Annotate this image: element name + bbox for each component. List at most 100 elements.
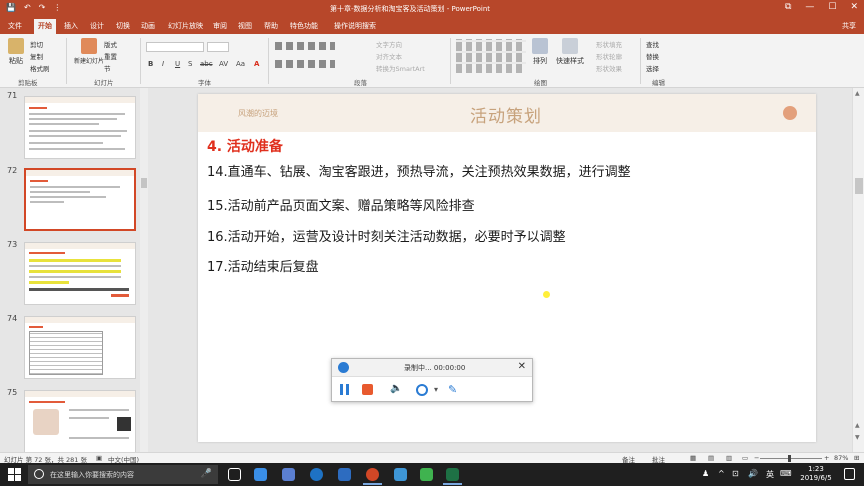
shape-fill-button[interactable]: 形状填充 [596, 39, 622, 49]
tab-slideshow[interactable]: 幻灯片放映 [168, 21, 203, 31]
webcam-dropdown-icon[interactable]: ▾ [434, 385, 438, 399]
content-item[interactable]: 14.直通车、钻展、淘宝客跟进，预热导流，关注预热效果数据，进行调整 [207, 161, 631, 180]
font-size-combo[interactable] [207, 42, 229, 52]
undo-icon[interactable]: ↶ [24, 3, 31, 12]
next-slide-arrow[interactable]: ▼ [855, 434, 860, 441]
maximize-button[interactable]: ☐ [828, 2, 836, 12]
font-color-button[interactable]: A [254, 60, 259, 68]
new-slide-button[interactable]: 新建幻灯片 [74, 38, 104, 65]
replace-button[interactable]: 替换 [646, 51, 659, 61]
tab-features[interactable]: 特色功能 [290, 21, 318, 31]
start-button[interactable] [8, 468, 21, 481]
reset-button[interactable]: 重置 [104, 51, 117, 61]
change-case-button[interactable]: Aa [236, 60, 245, 68]
ribbon-display-options-icon[interactable]: ⧉ [785, 2, 791, 12]
slide-thumbnail-75[interactable] [24, 390, 136, 453]
strikethrough-button[interactable]: abc [200, 60, 213, 68]
system-clock[interactable]: 1:23 2019/6/5 [796, 465, 836, 483]
powerpoint-taskbar-icon[interactable] [363, 468, 382, 485]
tab-file[interactable]: 文件 [8, 21, 22, 31]
network-icon[interactable]: ⊡ [732, 469, 739, 478]
slide-thumbnail-74[interactable] [24, 316, 136, 379]
wechat-taskbar-icon[interactable] [420, 468, 433, 481]
italic-button[interactable]: I [162, 60, 164, 68]
text-direction-button[interactable]: 文字方向 [376, 39, 402, 49]
char-spacing-button[interactable]: AV [219, 60, 228, 68]
normal-view-icon[interactable]: ▦ [690, 454, 696, 462]
taskbar-app-icon[interactable] [282, 468, 295, 481]
recorder-close-button[interactable]: ✕ [518, 361, 526, 372]
customize-qat-icon[interactable]: ⋮ [53, 3, 61, 12]
fit-slide-icon[interactable]: ⊞ [854, 454, 859, 462]
speaker-icon[interactable]: 🔊 [748, 469, 758, 478]
microphone-icon[interactable]: 🎤 [201, 469, 212, 479]
paste-button[interactable]: 粘贴 [8, 38, 24, 66]
scroll-thumb[interactable] [141, 178, 147, 188]
save-icon[interactable]: 💾 [6, 3, 16, 12]
slide-scrollbar[interactable]: ▲ ▲ ▼ [852, 88, 864, 452]
tab-home[interactable]: 开始 [34, 19, 56, 34]
slide-thumbnail-71[interactable] [24, 96, 136, 159]
content-item[interactable]: 17.活动结束后复盘 [207, 256, 319, 275]
redo-icon[interactable]: ↷ [39, 3, 46, 12]
taskbar-app-icon[interactable] [394, 468, 407, 481]
cut-button[interactable]: 剪切 [30, 39, 43, 49]
copy-button[interactable]: 复制 [30, 51, 43, 61]
task-view-icon[interactable] [228, 468, 241, 481]
slide-thumbnail-73[interactable] [24, 242, 136, 305]
shape-outline-button[interactable]: 形状轮廓 [596, 51, 622, 61]
close-button[interactable]: ✕ [850, 2, 858, 12]
convert-smartart-button[interactable]: 转换为SmartArt [376, 63, 425, 73]
content-item[interactable]: 16.活动开始，运营及设计时刻关注活动数据，必要时予以调整 [207, 226, 566, 245]
spellcheck-icon[interactable]: ▣ [96, 454, 102, 462]
tab-review[interactable]: 审阅 [213, 21, 227, 31]
reading-view-icon[interactable]: ▥ [726, 454, 732, 462]
slideshow-icon[interactable]: ▭ [742, 454, 748, 462]
format-painter-button[interactable]: 格式刷 [30, 63, 50, 73]
keyboard-icon[interactable]: ⌨ [780, 469, 792, 478]
tab-insert[interactable]: 插入 [64, 21, 78, 31]
shapes-gallery[interactable] [456, 39, 526, 73]
font-name-combo[interactable] [146, 42, 204, 52]
list-buttons[interactable] [275, 42, 335, 50]
tell-me-search[interactable]: 操作说明搜索 [334, 21, 376, 31]
volume-icon[interactable]: 🔈 [390, 383, 402, 397]
find-button[interactable]: 查找 [646, 39, 659, 49]
pen-icon[interactable]: ✎ [448, 383, 457, 397]
shape-effects-button[interactable]: 形状效果 [596, 63, 622, 73]
scroll-up-arrow[interactable]: ▲ [855, 90, 860, 97]
notification-center-icon[interactable] [844, 468, 855, 480]
bold-button[interactable]: B [148, 60, 153, 68]
zoom-out-button[interactable]: − [754, 454, 759, 462]
scroll-thumb[interactable] [855, 178, 863, 194]
shadow-button[interactable]: S [188, 60, 192, 68]
zoom-in-button[interactable]: + [824, 454, 829, 462]
zoom-level[interactable]: 87% [834, 454, 848, 462]
taskbar-app-icon[interactable] [310, 468, 323, 481]
prev-slide-arrow[interactable]: ▲ [855, 422, 860, 429]
tray-expand-icon[interactable]: ^ [718, 469, 725, 478]
tab-help[interactable]: 帮助 [264, 21, 278, 31]
webcam-icon[interactable] [416, 384, 428, 396]
alignment-buttons[interactable] [275, 60, 335, 68]
align-text-button[interactable]: 对齐文本 [376, 51, 402, 61]
underline-button[interactable]: U [175, 60, 180, 68]
taskbar-app-icon[interactable] [338, 468, 351, 481]
layout-button[interactable]: 版式 [104, 39, 117, 49]
excel-taskbar-icon[interactable] [443, 468, 462, 485]
arrange-button[interactable]: 排列 [532, 38, 548, 66]
section-heading[interactable]: 4. 活动准备 [207, 136, 283, 156]
minimize-button[interactable]: — [805, 2, 814, 12]
slide-sorter-icon[interactable]: ▤ [708, 454, 714, 462]
tab-design[interactable]: 设计 [90, 21, 104, 31]
taskbar-app-icon[interactable] [254, 468, 267, 481]
tab-transitions[interactable]: 切换 [116, 21, 130, 31]
content-item[interactable]: 15.活动前产品页面文案、赠品策略等风险排查 [207, 195, 475, 214]
share-button[interactable]: 共享 [842, 21, 856, 31]
section-button[interactable]: 节 [104, 63, 111, 73]
user-icon[interactable]: ♟ [702, 469, 709, 478]
stop-button[interactable] [362, 384, 373, 395]
taskbar-search-box[interactable]: 在这里输入你要搜索的内容 🎤 [28, 465, 218, 484]
pause-button[interactable] [340, 383, 350, 397]
thumbnails-scrollbar[interactable] [140, 88, 148, 452]
